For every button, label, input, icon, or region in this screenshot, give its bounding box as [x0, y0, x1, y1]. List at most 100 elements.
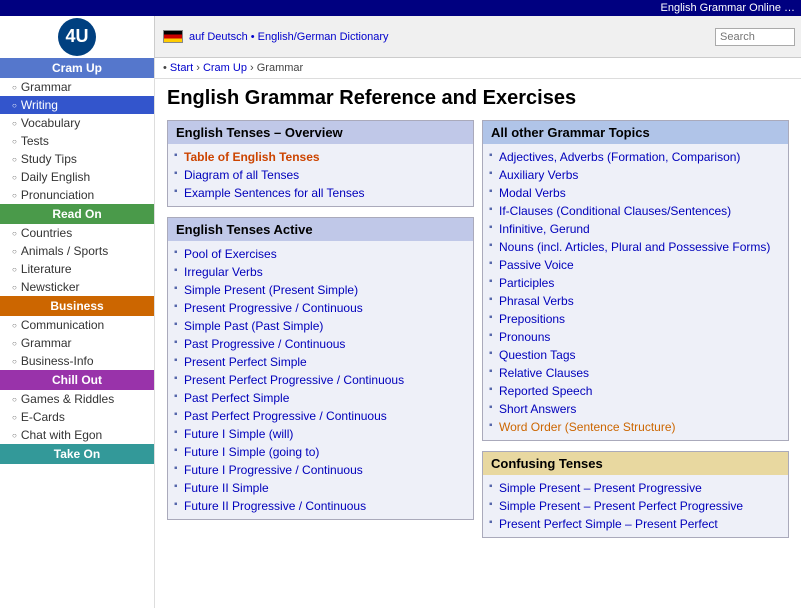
right-panel: • Start › Cram Up › Grammar English Gram… [155, 58, 801, 608]
sidebar-item-games-&-riddles[interactable]: ○Games & Riddles [0, 390, 154, 408]
link-auxiliary-verbs[interactable]: Auxiliary Verbs [489, 166, 782, 184]
header: 4U auf Deutsch • English/German Dictiona… [0, 16, 801, 58]
breadcrumb-start[interactable]: Start [170, 62, 193, 74]
bullet-icon: ○ [12, 321, 17, 330]
link-past-progressive-continuous[interactable]: Past Progressive / Continuous [174, 335, 467, 353]
lang-bar: auf Deutsch • English/German Dictionary [155, 30, 715, 43]
sidebar-item-tests[interactable]: ○Tests [0, 132, 154, 150]
bullet-icon: ○ [12, 83, 17, 92]
sidebar-item-daily-english[interactable]: ○Daily English [0, 168, 154, 186]
confusing-tenses-box: Confusing Tenses Simple Present – Presen… [482, 451, 789, 538]
link-irregular-verbs[interactable]: Irregular Verbs [174, 263, 467, 281]
other-grammar-body: Adjectives, Adverbs (Formation, Comparis… [483, 144, 788, 440]
sidebar-item-animals---sports[interactable]: ○Animals / Sports [0, 242, 154, 260]
link-table-of-english-tenses[interactable]: Table of English Tenses [174, 148, 467, 166]
link-simple-past-past-simple-[interactable]: Simple Past (Past Simple) [174, 317, 467, 335]
link-diagram-of-all-tenses[interactable]: Diagram of all Tenses [174, 166, 467, 184]
link-if-clauses-conditional-clauses[interactable]: If-Clauses (Conditional Clauses/Sentence… [489, 202, 782, 220]
sidebar-item-literature[interactable]: ○Literature [0, 260, 154, 278]
link-short-answers[interactable]: Short Answers [489, 400, 782, 418]
right-column: All other Grammar Topics Adjectives, Adv… [482, 120, 789, 548]
flag-de-icon [163, 30, 183, 43]
left-column: English Tenses – Overview Table of Engli… [167, 120, 474, 548]
link-nouns-incl-articles-plural-and[interactable]: Nouns (incl. Articles, Plural and Posses… [489, 238, 782, 256]
sidebar-item-label: Tests [21, 134, 49, 148]
link-phrasal-verbs[interactable]: Phrasal Verbs [489, 292, 782, 310]
link-simple-present-present-simple-[interactable]: Simple Present (Present Simple) [174, 281, 467, 299]
link-present-perfect-simple[interactable]: Present Perfect Simple [174, 353, 467, 371]
link-question-tags[interactable]: Question Tags [489, 346, 782, 364]
breadcrumb-cramup[interactable]: Cram Up [203, 62, 247, 74]
link-present-perfect-progressive-co[interactable]: Present Perfect Progressive / Continuous [174, 371, 467, 389]
site-title: English Grammar Online … [661, 2, 796, 14]
tenses-active-header: English Tenses Active [168, 218, 473, 241]
lang-link[interactable]: auf Deutsch • English/German Dictionary [189, 31, 389, 43]
link-word-order-sentence-structure-[interactable]: Word Order (Sentence Structure) [489, 418, 782, 436]
top-bar: English Grammar Online … [0, 0, 801, 16]
sidebar-item-vocabulary[interactable]: ○Vocabulary [0, 114, 154, 132]
sidebar-item-label: Grammar [21, 336, 72, 350]
link-past-perfect-simple[interactable]: Past Perfect Simple [174, 389, 467, 407]
link-future-ii-progressive-continuo[interactable]: Future II Progressive / Continuous [174, 497, 467, 515]
bullet-icon: ○ [12, 155, 17, 164]
sidebar-item-e-cards[interactable]: ○ E-Cards [0, 408, 154, 426]
breadcrumb: • Start › Cram Up › Grammar [155, 58, 801, 79]
tenses-active-body: Pool of ExercisesIrregular VerbsSimple P… [168, 241, 473, 519]
link-example-sentences-for-all-tens[interactable]: Example Sentences for all Tenses [174, 184, 467, 202]
bullet-icon: ○ [12, 357, 17, 366]
sidebar-item-label: E-Cards [21, 410, 65, 424]
breadcrumb-current: Grammar [257, 62, 303, 74]
bullet-icon: ○ [12, 413, 17, 422]
link-simple-present-present-progres[interactable]: Simple Present – Present Progressive [489, 479, 782, 497]
sidebar-item-grammar[interactable]: ○Grammar [0, 78, 154, 96]
search-bar [715, 28, 795, 46]
link-reported-speech[interactable]: Reported Speech [489, 382, 782, 400]
bullet-icon: ○ [12, 431, 17, 440]
link-present-progressive-continuous[interactable]: Present Progressive / Continuous [174, 299, 467, 317]
link-infinitive-gerund[interactable]: Infinitive, Gerund [489, 220, 782, 238]
sidebar-item-study-tips[interactable]: ○ Study Tips [0, 150, 154, 168]
sidebar-item-chat-with-egon[interactable]: ○ Chat with Egon [0, 426, 154, 444]
link-modal-verbs[interactable]: Modal Verbs [489, 184, 782, 202]
sidebar-section-cram-up: Cram Up [0, 58, 154, 78]
sidebar-section-read-on: Read On [0, 204, 154, 224]
logo: 4U [58, 18, 96, 56]
sidebar-item-label: Games & Riddles [21, 392, 114, 406]
sidebar-item-grammar[interactable]: ○Grammar [0, 334, 154, 352]
sidebar-section-business: Business [0, 296, 154, 316]
link-future-i-progressive-continuou[interactable]: Future I Progressive / Continuous [174, 461, 467, 479]
sidebar-section-take-on: Take On [0, 444, 154, 464]
link-future-i-simple-going-to-[interactable]: Future I Simple (going to) [174, 443, 467, 461]
link-adjectives-adverbs-formation-c[interactable]: Adjectives, Adverbs (Formation, Comparis… [489, 148, 782, 166]
sidebar-item-countries[interactable]: ○Countries [0, 224, 154, 242]
main-content: English Grammar Reference and Exercises … [155, 79, 801, 608]
link-relative-clauses[interactable]: Relative Clauses [489, 364, 782, 382]
search-input[interactable] [715, 28, 795, 46]
link-past-perfect-progressive-conti[interactable]: Past Perfect Progressive / Continuous [174, 407, 467, 425]
layout: Cram Up○Grammar○Writing○Vocabulary○Tests… [0, 58, 801, 608]
link-prepositions[interactable]: Prepositions [489, 310, 782, 328]
sidebar-item-writing[interactable]: ○Writing [0, 96, 154, 114]
bullet-icon: ○ [12, 283, 17, 292]
link-pronouns[interactable]: Pronouns [489, 328, 782, 346]
sidebar-item-pronunciation[interactable]: ○Pronunciation [0, 186, 154, 204]
sidebar-item-label: Study Tips [21, 152, 77, 166]
bullet-icon: ○ [12, 265, 17, 274]
link-passive-voice[interactable]: Passive Voice [489, 256, 782, 274]
sidebar-item-label: Chat with Egon [21, 428, 102, 442]
sidebar-item-communication[interactable]: ○Communication [0, 316, 154, 334]
sidebar-item-label: Business-Info [21, 354, 94, 368]
sidebar-item-business-info[interactable]: ○ Business-Info [0, 352, 154, 370]
link-future-ii-simple[interactable]: Future II Simple [174, 479, 467, 497]
tenses-overview-body: Table of English TensesDiagram of all Te… [168, 144, 473, 206]
link-participles[interactable]: Participles [489, 274, 782, 292]
sidebar-item-label: Writing [21, 98, 58, 112]
sidebar: Cram Up○Grammar○Writing○Vocabulary○Tests… [0, 58, 155, 608]
confusing-tenses-header: Confusing Tenses [483, 452, 788, 475]
sidebar-item-newsticker[interactable]: ○Newsticker [0, 278, 154, 296]
sidebar-item-label: Vocabulary [21, 116, 80, 130]
link-present-perfect-simple-present[interactable]: Present Perfect Simple – Present Perfect [489, 515, 782, 533]
link-future-i-simple-will-[interactable]: Future I Simple (will) [174, 425, 467, 443]
link-pool-of-exercises[interactable]: Pool of Exercises [174, 245, 467, 263]
link-simple-present-present-perfect[interactable]: Simple Present – Present Perfect Progres… [489, 497, 782, 515]
